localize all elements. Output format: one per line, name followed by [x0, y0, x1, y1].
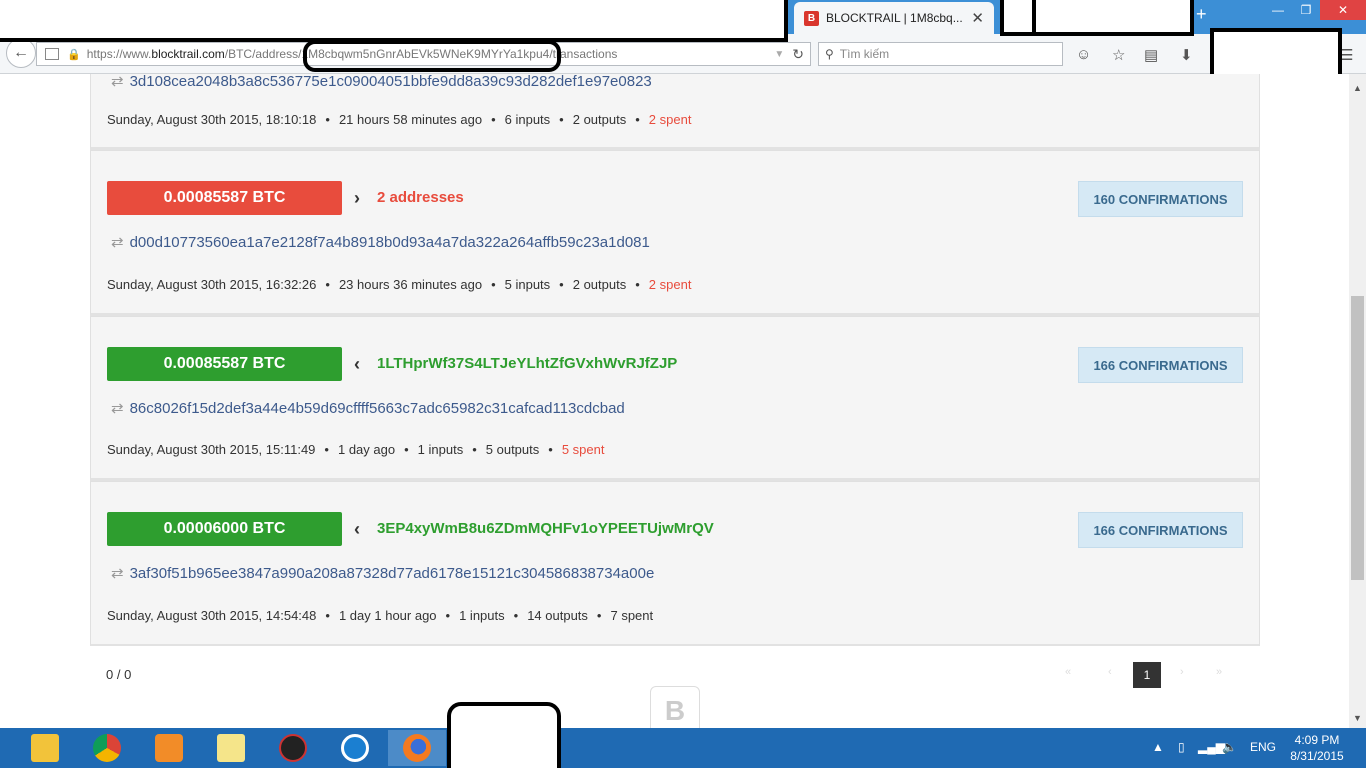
folder-icon [31, 734, 59, 762]
address-link[interactable]: 1LTHprWf37S4LTJeYLhtZfGVxhWvRJfZJP [377, 355, 677, 372]
transaction-card: 0.00085587 BTC › 2 addresses 160 CONFIRM… [90, 150, 1260, 316]
confirmations-badge: 166 CONFIRMATIONS [1078, 512, 1243, 548]
ccleaner-button[interactable] [326, 730, 384, 766]
addon-icon[interactable]: ☺ [1076, 46, 1091, 63]
amount-badge: 0.00006000 BTC [107, 512, 342, 546]
redaction-box [1000, 0, 1036, 36]
blocktrail-logo-icon[interactable]: B [650, 686, 700, 728]
notes-button[interactable] [202, 730, 260, 766]
clock[interactable]: 4:09 PM 8/31/2015 [1282, 732, 1352, 764]
tx-hash-link[interactable]: ⇄ 3af30f51b965ee3847a990a208a87328d77ad61… [111, 564, 654, 582]
bookmark-star-icon[interactable]: ☆ [1112, 46, 1125, 64]
battery-icon[interactable]: ▯ [1178, 740, 1185, 754]
scroll-thumb[interactable] [1351, 296, 1364, 580]
tx-meta: Sunday, August 30th 2015, 15:11:49 • 1 day… [107, 442, 605, 457]
language-indicator[interactable]: ENG [1250, 740, 1276, 754]
amount-badge: 0.00085587 BTC [107, 181, 342, 215]
tx-hash-link[interactable]: ⇄ 86c8026f15d2def3a44e4b59d69cffff5663c7a… [111, 399, 625, 417]
vertical-scrollbar[interactable]: ▲ ▼ [1349, 74, 1366, 728]
confirmations-badge: 160 CONFIRMATIONS [1078, 181, 1243, 217]
download-icon[interactable]: ⬇ [1180, 46, 1193, 64]
tab-blocktrail[interactable]: B BLOCKTRAIL | 1M8cbq... ✕ [794, 2, 994, 34]
back-button[interactable]: ← [6, 38, 36, 68]
new-tab-button[interactable]: + [1196, 4, 1207, 25]
first-page-icon[interactable]: « [1065, 666, 1071, 678]
redaction-box [0, 0, 788, 42]
scroll-up-icon[interactable]: ▲ [1349, 80, 1366, 96]
redaction-box [1032, 0, 1194, 36]
tab-close-icon[interactable]: ✕ [971, 9, 984, 27]
sticky-notes-icon [217, 734, 245, 762]
chevron-left-icon: ‹ [354, 354, 360, 374]
swap-icon: ⇄ [111, 400, 124, 417]
next-page-icon[interactable]: › [1180, 666, 1184, 678]
address-link[interactable]: 3EP4xyWmB8u6ZDmMQHFv1oYPEETUjwMrQV [377, 520, 714, 537]
url-highlight-oval [303, 40, 561, 72]
media-player-icon [155, 734, 183, 762]
file-explorer-button[interactable] [16, 730, 74, 766]
blocktrail-favicon-icon: B [804, 10, 819, 26]
page-content: ⇄ 3d108cea2048b3a8c536775e1c09004051bbfe9… [0, 74, 1349, 728]
ccleaner-icon [341, 734, 369, 762]
chrome-button[interactable] [78, 730, 136, 766]
volume-icon[interactable]: 🔈 [1222, 740, 1237, 754]
tx-meta: Sunday, August 30th 2015, 18:10:18 • 21 ho… [107, 112, 692, 127]
gear-app-icon [279, 734, 307, 762]
confirmations-badge: 166 CONFIRMATIONS [1078, 347, 1243, 383]
pagination-footer: 0 / 0 « ‹ 1 › » B [90, 646, 1260, 728]
transaction-card: ⇄ 3d108cea2048b3a8c536775e1c09004051bbfe9… [90, 74, 1260, 150]
tx-meta: Sunday, August 30th 2015, 16:32:26 • 23 ho… [107, 277, 692, 292]
signal-icon[interactable]: ▂▄▆ [1198, 740, 1225, 754]
url-dropdown-icon[interactable]: ▼ [774, 49, 784, 60]
lock-icon: 🔒 [67, 48, 81, 61]
transaction-card: 0.00085587 BTC ‹ 1LTHprWf37S4LTJeYLhtZfG… [90, 316, 1260, 481]
last-page-icon[interactable]: » [1216, 666, 1222, 678]
tx-hash-link[interactable]: ⇄ 3d108cea2048b3a8c536775e1c09004051bbfe9… [111, 74, 652, 90]
clock-date: 8/31/2015 [1290, 749, 1344, 763]
page-1-button[interactable]: 1 [1133, 662, 1161, 688]
address-link[interactable]: 2 addresses [377, 189, 464, 206]
swap-icon: ⇄ [111, 565, 124, 582]
chevron-left-icon: ‹ [354, 519, 360, 539]
transaction-card: 0.00006000 BTC ‹ 3EP4xyWmB8u6ZDmMQHFv1oY… [90, 481, 1260, 647]
menu-icon[interactable]: ☰ [1340, 46, 1353, 64]
minimize-icon[interactable]: — [1264, 0, 1292, 20]
swap-icon: ⇄ [111, 234, 124, 251]
media-player-button[interactable] [140, 730, 198, 766]
result-count: 0 / 0 [106, 667, 132, 682]
amount-badge: 0.00085587 BTC [107, 347, 342, 381]
swap-icon: ⇄ [111, 74, 124, 90]
restore-icon[interactable]: ❐ [1292, 0, 1320, 20]
search-icon: ⚲ [825, 47, 834, 61]
bookmarks-list-icon[interactable]: ▤ [1144, 46, 1158, 64]
close-window-icon[interactable]: ✕ [1320, 0, 1366, 20]
firefox-icon [403, 734, 431, 762]
page-icon [45, 48, 59, 60]
taskbar: ▲ ▯ ▂▄▆ 🔈 ENG 4:09 PM 8/31/2015 [0, 702, 1366, 768]
tx-hash-link[interactable]: ⇄ d00d10773560ea1a7e2128f7a4b8918b0d93a4a… [111, 233, 650, 251]
search-input[interactable]: ⚲ Tìm kiếm [818, 42, 1063, 66]
tx-meta: Sunday, August 30th 2015, 14:54:48 • 1 day… [107, 608, 654, 623]
back-arrow-icon: ← [13, 44, 29, 61]
tab-title: BLOCKTRAIL | 1M8cbq... [826, 11, 963, 25]
tray-expand-icon[interactable]: ▲ [1152, 740, 1164, 754]
search-placeholder: Tìm kiếm [839, 47, 890, 61]
chrome-icon [93, 734, 121, 762]
app-button[interactable] [264, 730, 322, 766]
chevron-right-icon: › [354, 188, 360, 208]
reload-icon[interactable]: ↻ [792, 46, 804, 63]
firefox-button[interactable] [388, 730, 446, 766]
clock-time: 4:09 PM [1294, 733, 1340, 747]
redaction-box [447, 702, 561, 768]
scroll-down-icon[interactable]: ▼ [1349, 710, 1366, 726]
prev-page-icon[interactable]: ‹ [1108, 666, 1112, 678]
